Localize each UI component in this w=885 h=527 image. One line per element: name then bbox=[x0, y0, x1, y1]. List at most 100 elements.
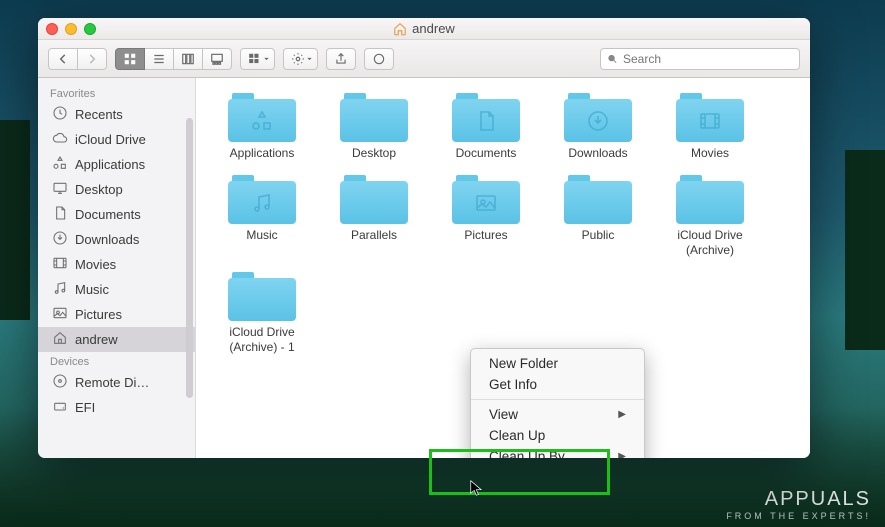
nav-buttons bbox=[48, 48, 107, 70]
menu-item-label: New Folder bbox=[489, 356, 558, 371]
menu-item-label: Clean Up bbox=[489, 428, 545, 443]
folder-item[interactable]: Downloads bbox=[542, 90, 654, 160]
sidebar-scrollbar[interactable] bbox=[186, 118, 193, 398]
sidebar-section-label: Devices bbox=[38, 352, 195, 370]
folder-icon bbox=[564, 172, 632, 224]
group-by-button[interactable] bbox=[240, 48, 275, 70]
back-button[interactable] bbox=[48, 48, 78, 70]
sidebar-item-applications[interactable]: Applications bbox=[38, 152, 195, 177]
folder-item[interactable]: iCloud Drive (Archive) bbox=[654, 172, 766, 257]
icon-view-button[interactable] bbox=[115, 48, 145, 70]
folder-icon bbox=[228, 90, 296, 142]
sidebar-item-label: Desktop bbox=[75, 182, 123, 197]
folder-icon bbox=[228, 269, 296, 321]
folder-item[interactable]: iCloud Drive (Archive) - 1 bbox=[206, 269, 318, 354]
sidebar-item-label: Downloads bbox=[75, 232, 139, 247]
menu-item-clean-up-by[interactable]: Clean Up By ▶ bbox=[471, 446, 644, 458]
submenu-arrow-icon: ▶ bbox=[618, 451, 626, 458]
folder-item[interactable]: Pictures bbox=[430, 172, 542, 257]
column-view-button[interactable] bbox=[174, 48, 203, 70]
sidebar-item-label: Movies bbox=[75, 257, 116, 272]
finder-window: andrew bbox=[38, 18, 810, 458]
folder-item[interactable]: Movies bbox=[654, 90, 766, 160]
sidebar-item-label: Recents bbox=[75, 107, 123, 122]
window-title: andrew bbox=[393, 21, 455, 36]
watermark: APPUALS FROM THE EXPERTS! bbox=[726, 488, 871, 521]
folder-icon bbox=[228, 172, 296, 224]
sidebar-item-label: iCloud Drive bbox=[75, 132, 146, 147]
gallery-view-button[interactable] bbox=[203, 48, 232, 70]
sidebar-item-desktop[interactable]: Desktop bbox=[38, 177, 195, 202]
home-icon bbox=[52, 330, 68, 349]
sidebar-item-music[interactable]: Music bbox=[38, 277, 195, 302]
cloud-icon bbox=[52, 130, 68, 149]
apps-icon bbox=[52, 155, 68, 174]
sidebar-section-label: Favorites bbox=[38, 84, 195, 102]
tags-button[interactable] bbox=[364, 48, 394, 70]
folder-icon bbox=[452, 90, 520, 142]
folder-label: Documents bbox=[456, 146, 517, 160]
share-button[interactable] bbox=[326, 48, 356, 70]
folder-item[interactable]: Music bbox=[206, 172, 318, 257]
menu-item-get-info[interactable]: Get Info bbox=[471, 374, 644, 395]
folder-label: Parallels bbox=[351, 228, 397, 242]
sidebar-item-pictures[interactable]: Pictures bbox=[38, 302, 195, 327]
sidebar-item-recents[interactable]: Recents bbox=[38, 102, 195, 127]
folder-item[interactable]: Documents bbox=[430, 90, 542, 160]
toolbar bbox=[38, 40, 810, 78]
home-icon bbox=[393, 22, 407, 36]
action-button[interactable] bbox=[283, 48, 318, 70]
folder-item[interactable]: Desktop bbox=[318, 90, 430, 160]
doc-icon bbox=[52, 205, 68, 224]
menu-item-label: Clean Up By bbox=[489, 449, 565, 458]
sidebar-item-label: andrew bbox=[75, 332, 118, 347]
sidebar-item-andrew[interactable]: andrew bbox=[38, 327, 195, 352]
search-input[interactable] bbox=[623, 52, 793, 66]
sidebar-item-label: EFI bbox=[75, 400, 95, 415]
folder-label: iCloud Drive (Archive) - 1 bbox=[212, 325, 312, 354]
folder-label: Pictures bbox=[464, 228, 507, 242]
fullscreen-button[interactable] bbox=[84, 23, 96, 35]
watermark-line1: APPUALS bbox=[726, 488, 871, 511]
forward-button[interactable] bbox=[78, 48, 107, 70]
view-mode-buttons bbox=[115, 48, 232, 70]
sidebar-item-label: Applications bbox=[75, 157, 145, 172]
sidebar-item-movies[interactable]: Movies bbox=[38, 252, 195, 277]
sidebar-item-documents[interactable]: Documents bbox=[38, 202, 195, 227]
movie-icon bbox=[52, 255, 68, 274]
download-icon bbox=[52, 230, 68, 249]
sidebar-item-efi[interactable]: EFI bbox=[38, 395, 195, 420]
menu-item-clean-up[interactable]: Clean Up bbox=[471, 425, 644, 446]
window-title-text: andrew bbox=[412, 21, 455, 36]
folder-label: Public bbox=[582, 228, 615, 242]
folder-icon bbox=[452, 172, 520, 224]
clock-icon bbox=[52, 105, 68, 124]
folder-item[interactable]: Parallels bbox=[318, 172, 430, 257]
sidebar-item-icloud-drive[interactable]: iCloud Drive bbox=[38, 127, 195, 152]
disc-icon bbox=[52, 373, 68, 392]
folder-icon bbox=[340, 172, 408, 224]
search-icon bbox=[607, 53, 618, 65]
menu-item-new-folder[interactable]: New Folder bbox=[471, 353, 644, 374]
context-menu: New Folder Get Info View ▶ Clean Up Clean Up … bbox=[470, 348, 645, 458]
sidebar-item-label: Pictures bbox=[75, 307, 122, 322]
folder-item[interactable]: Public bbox=[542, 172, 654, 257]
folder-label: Desktop bbox=[352, 146, 396, 160]
submenu-arrow-icon: ▶ bbox=[618, 409, 626, 420]
folder-item[interactable]: Applications bbox=[206, 90, 318, 160]
sidebar-item-label: Remote Di… bbox=[75, 375, 149, 390]
folder-label: Movies bbox=[691, 146, 729, 160]
music-icon bbox=[52, 280, 68, 299]
sidebar-item-downloads[interactable]: Downloads bbox=[38, 227, 195, 252]
sidebar-item-remote-di-[interactable]: Remote Di… bbox=[38, 370, 195, 395]
menu-item-label: View bbox=[489, 407, 518, 422]
picture-icon bbox=[52, 305, 68, 324]
menu-item-view[interactable]: View ▶ bbox=[471, 404, 644, 425]
sidebar: Favorites Recents iCloud Drive Applications… bbox=[38, 78, 196, 458]
minimize-button[interactable] bbox=[65, 23, 77, 35]
search-field[interactable] bbox=[600, 48, 800, 70]
close-button[interactable] bbox=[46, 23, 58, 35]
sidebar-item-label: Documents bbox=[75, 207, 141, 222]
list-view-button[interactable] bbox=[145, 48, 174, 70]
folder-label: Downloads bbox=[568, 146, 627, 160]
